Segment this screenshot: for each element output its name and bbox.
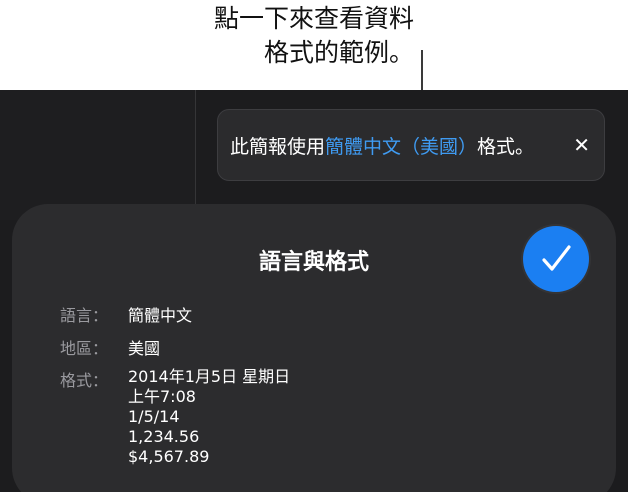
done-button[interactable] — [523, 226, 589, 292]
region-label: 地區： — [60, 339, 109, 358]
format-info-banner: 此簡報使用 簡體中文（美國） 格式。 ✕ — [217, 109, 605, 181]
format-link[interactable]: 簡體中文（美國） — [325, 132, 477, 159]
figure: 點一下來查看資料 格式的範例。 此簡報使用 簡體中文（美國） 格式。 ✕ 語言與格式… — [0, 0, 628, 492]
region-value: 美國 — [128, 339, 161, 358]
format-example-number: 1,234.56 — [128, 427, 200, 446]
language-format-sheet: 語言與格式 語言： 簡體中文 地區： 美國 格式： 2014年1月5日 星期日 … — [12, 204, 616, 492]
format-label: 格式： — [60, 371, 109, 390]
slide-navigator-panel — [0, 90, 196, 220]
language-label: 語言： — [60, 306, 109, 325]
format-example-date: 2014年1月5日 星期日 — [128, 367, 291, 386]
banner-suffix: 格式。 — [477, 135, 535, 158]
checkmark-icon — [542, 245, 571, 271]
format-example-short-date: 1/5/14 — [128, 407, 180, 426]
language-value: 簡體中文 — [128, 306, 193, 325]
banner-prefix: 此簡報使用 — [230, 135, 326, 158]
format-examples: 2014年1月5日 星期日 上午7:08 1/5/14 1,234.56 $4,… — [128, 367, 290, 467]
close-icon[interactable]: ✕ — [573, 133, 590, 157]
callout-line-2: 格式的範例。 — [263, 38, 414, 67]
format-example-time: 上午7:08 — [128, 387, 196, 406]
format-example-currency: $4,567.89 — [128, 447, 210, 466]
callout-line-1: 點一下來查看資料 — [213, 4, 414, 33]
callout-annotation: 點一下來查看資料 格式的範例。 — [214, 2, 414, 70]
